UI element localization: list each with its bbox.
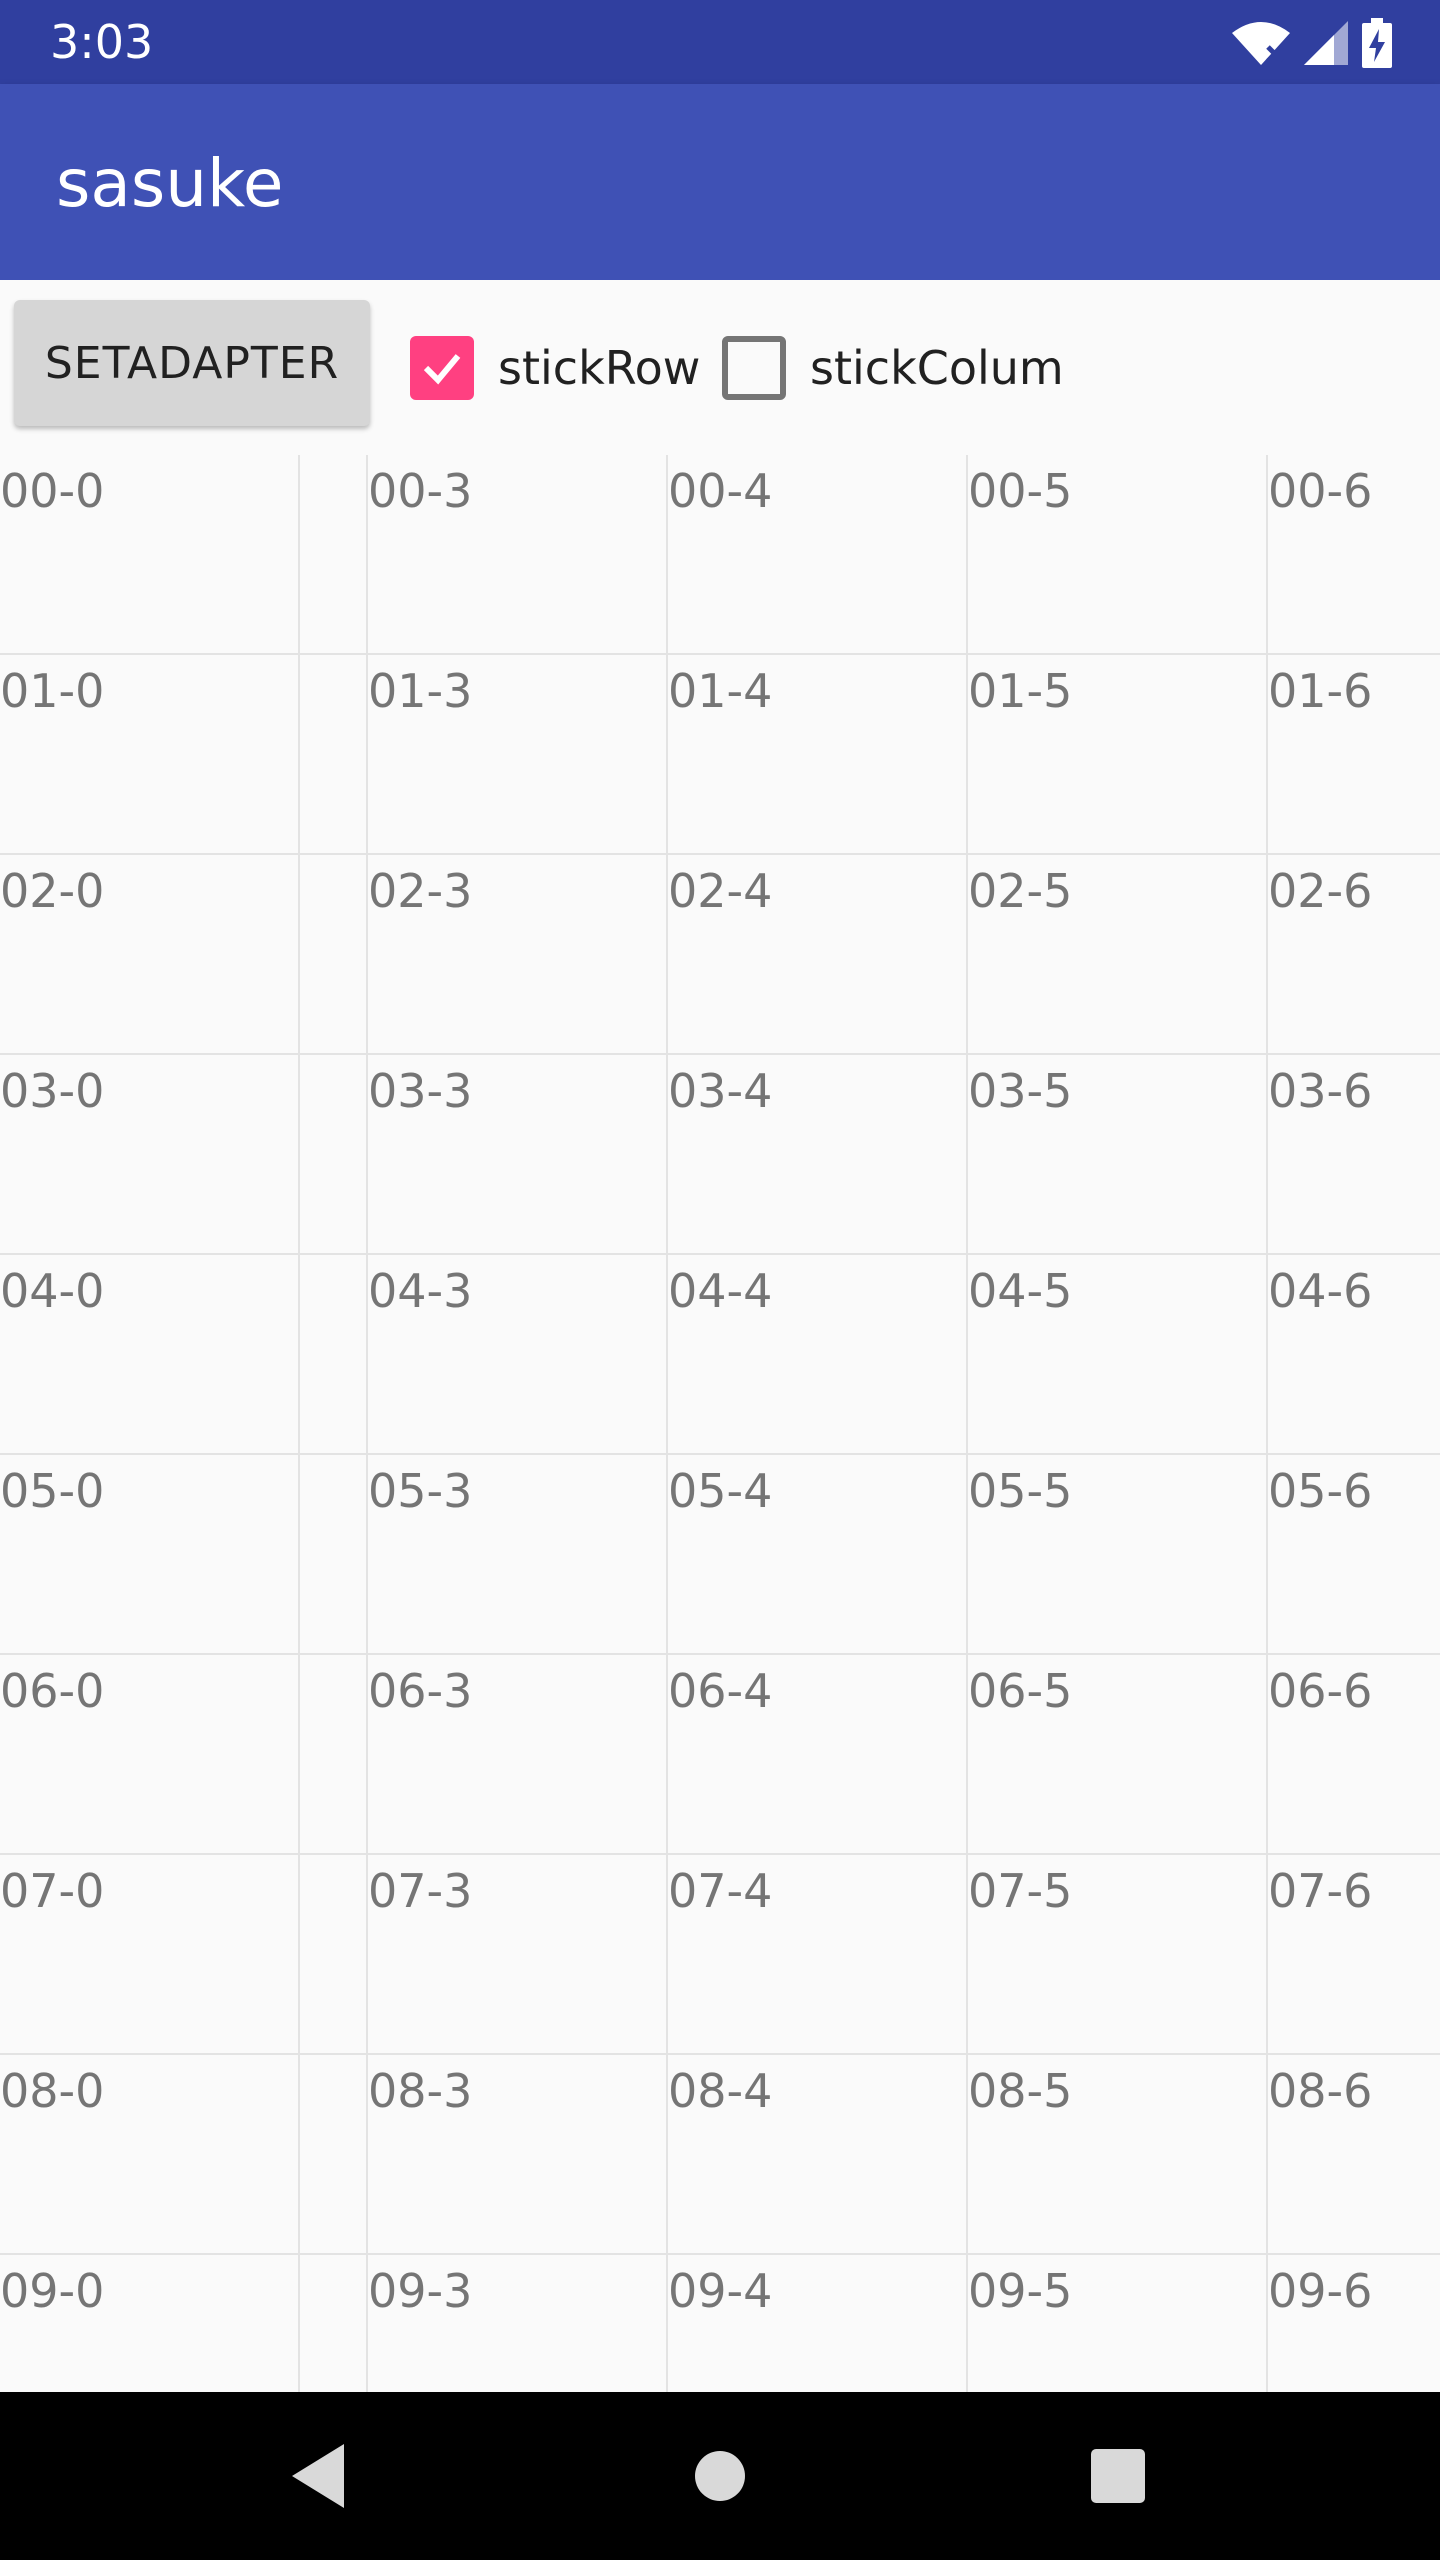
grid-cell[interactable]: 06-0 xyxy=(0,1655,300,1855)
grid-cell-empty[interactable] xyxy=(300,1055,368,1255)
grid-cell[interactable]: 07-3 xyxy=(368,1855,668,2055)
grid-cell[interactable]: 02-6 xyxy=(1268,855,1440,1055)
grid-cell-empty[interactable] xyxy=(300,855,368,1055)
back-icon[interactable] xyxy=(270,2426,370,2526)
grid-cell[interactable]: 08-4 xyxy=(668,2055,968,2255)
stick-row-label: stickRow xyxy=(498,340,701,395)
grid-cell[interactable]: 09-3 xyxy=(368,2255,668,2392)
grid-cell[interactable]: 02-4 xyxy=(668,855,968,1055)
grid-cell[interactable]: 04-3 xyxy=(368,1255,668,1455)
grid-cell[interactable]: 00-6 xyxy=(1268,455,1440,655)
app-bar: sasuke xyxy=(0,84,1440,280)
checkbox-checked-icon[interactable] xyxy=(410,335,474,400)
grid-cell[interactable]: 00-5 xyxy=(968,455,1268,655)
navigation-bar xyxy=(0,2392,1440,2560)
grid-cell-empty[interactable] xyxy=(300,2055,368,2255)
grid-cell[interactable]: 02-5 xyxy=(968,855,1268,1055)
grid-cell[interactable]: 08-3 xyxy=(368,2055,668,2255)
grid-cell[interactable]: 08-0 xyxy=(0,2055,300,2255)
controls-toolbar: SETADAPTER stickRow stickColum xyxy=(0,280,1440,455)
grid-cell[interactable]: 06-3 xyxy=(368,1655,668,1855)
grid-cell[interactable]: 00-4 xyxy=(668,455,968,655)
grid-cell[interactable]: 08-6 xyxy=(1268,2055,1440,2255)
grid-cell-empty[interactable] xyxy=(300,1655,368,1855)
grid-cell[interactable]: 07-6 xyxy=(1268,1855,1440,2055)
grid-cell-empty[interactable] xyxy=(300,1455,368,1655)
grid-cell[interactable]: 05-4 xyxy=(668,1455,968,1655)
grid-cell-empty[interactable] xyxy=(300,2255,368,2392)
grid-cell[interactable]: 02-0 xyxy=(0,855,300,1055)
status-icons xyxy=(1232,18,1392,68)
grid-cell[interactable]: 05-5 xyxy=(968,1455,1268,1655)
grid-cell-empty[interactable] xyxy=(300,1255,368,1455)
grid-cell[interactable]: 03-0 xyxy=(0,1055,300,1255)
grid-cell[interactable]: 09-6 xyxy=(1268,2255,1440,2392)
grid-cell-empty[interactable] xyxy=(300,1855,368,2055)
grid-cell[interactable]: 01-4 xyxy=(668,655,968,855)
wifi-x-icon xyxy=(1232,22,1290,65)
grid-cell[interactable]: 07-4 xyxy=(668,1855,968,2055)
data-grid[interactable]: 00-0 00-3 00-4 00-5 00-6 01-0 01-3 01-4 01-5 01-6… xyxy=(0,455,1440,2392)
grid-cell[interactable]: 03-6 xyxy=(1268,1055,1440,1255)
grid-cell[interactable]: 04-0 xyxy=(0,1255,300,1455)
grid-cell[interactable]: 09-4 xyxy=(668,2255,968,2392)
stick-row-checkbox[interactable]: stickRow xyxy=(410,280,700,455)
status-bar: 3:03 xyxy=(0,0,1440,84)
grid-cell[interactable]: 06-6 xyxy=(1268,1655,1440,1855)
grid-cell[interactable]: 05-3 xyxy=(368,1455,668,1655)
status-time: 3:03 xyxy=(50,15,154,69)
grid-cell[interactable]: 01-5 xyxy=(968,655,1268,855)
grid-cell[interactable]: 03-4 xyxy=(668,1055,968,1255)
recents-icon[interactable] xyxy=(1068,2426,1168,2526)
grid-cell[interactable]: 04-4 xyxy=(668,1255,968,1455)
grid-cell-empty[interactable] xyxy=(300,655,368,855)
grid-cell[interactable]: 06-5 xyxy=(968,1655,1268,1855)
grid-cell[interactable]: 00-0 xyxy=(0,455,300,655)
stick-colum-checkbox[interactable]: stickColum xyxy=(722,280,1064,455)
grid-cell[interactable]: 09-0 xyxy=(0,2255,300,2392)
app-title: sasuke xyxy=(56,145,284,222)
setadapter-button[interactable]: SETADAPTER xyxy=(14,300,370,426)
grid-cell[interactable]: 00-3 xyxy=(368,455,668,655)
cell-signal-icon xyxy=(1304,21,1348,65)
grid-cell-empty[interactable] xyxy=(300,455,368,655)
grid-cell[interactable]: 05-0 xyxy=(0,1455,300,1655)
battery-charging-icon xyxy=(1362,18,1392,68)
grid-cell[interactable]: 03-3 xyxy=(368,1055,668,1255)
grid-cell[interactable]: 08-5 xyxy=(968,2055,1268,2255)
home-icon[interactable] xyxy=(670,2426,770,2526)
grid-cell[interactable]: 03-5 xyxy=(968,1055,1268,1255)
grid-cell[interactable]: 05-6 xyxy=(1268,1455,1440,1655)
grid-cell[interactable]: 02-3 xyxy=(368,855,668,1055)
checkbox-unchecked-icon[interactable] xyxy=(722,335,786,400)
grid-cell[interactable]: 07-5 xyxy=(968,1855,1268,2055)
grid-cell[interactable]: 04-5 xyxy=(968,1255,1268,1455)
grid-cell[interactable]: 01-0 xyxy=(0,655,300,855)
grid-cell[interactable]: 01-3 xyxy=(368,655,668,855)
grid-cell[interactable]: 01-6 xyxy=(1268,655,1440,855)
grid-cell[interactable]: 07-0 xyxy=(0,1855,300,2055)
grid-cell[interactable]: 09-5 xyxy=(968,2255,1268,2392)
grid-cell[interactable]: 04-6 xyxy=(1268,1255,1440,1455)
stick-colum-label: stickColum xyxy=(810,340,1064,395)
grid-cell[interactable]: 06-4 xyxy=(668,1655,968,1855)
